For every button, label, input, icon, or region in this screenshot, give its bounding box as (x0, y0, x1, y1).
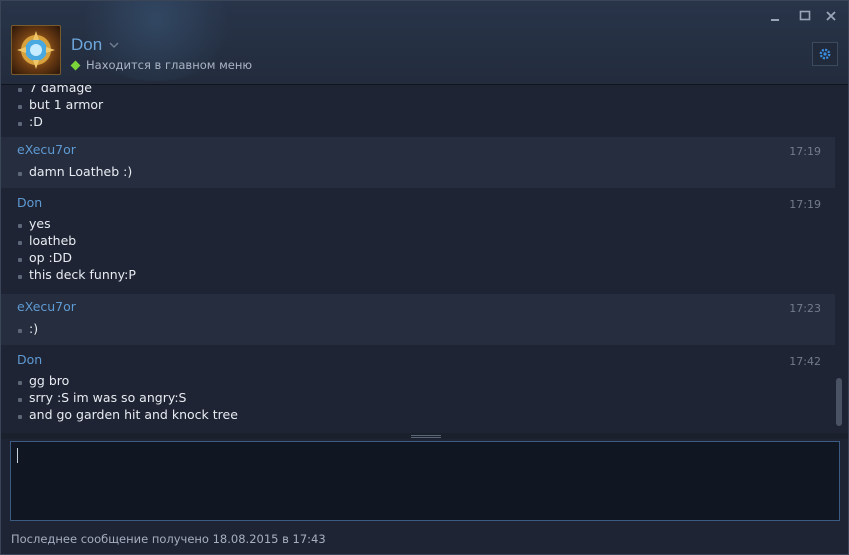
bullet (18, 258, 22, 262)
settings-button[interactable] (812, 42, 838, 66)
minimize-icon[interactable] (767, 8, 783, 24)
gear-icon (819, 48, 831, 60)
bullet (18, 381, 22, 385)
hearthstone-logo-icon (17, 31, 55, 69)
bullet (18, 172, 22, 176)
status-text: Находится в главном меню (86, 58, 253, 72)
message-author: Don (17, 352, 43, 367)
message-time: 17:42 (789, 355, 821, 368)
bullet (18, 415, 22, 419)
chat-window: Don Находится в главном меню 7 damage bu… (0, 0, 849, 555)
maximize-icon[interactable] (797, 8, 813, 24)
message-line: op :DD (29, 250, 73, 265)
message-line: loatheb (29, 233, 77, 248)
chat-header: Don Находится в главном меню (1, 1, 848, 85)
last-message-info: Последнее сообщение получено 18.08.2015 … (11, 532, 326, 546)
bullet (18, 224, 22, 228)
message-line: this deck funny:P (29, 267, 136, 282)
message-input[interactable] (10, 441, 840, 521)
message-group: Don 17:42 gg bro srry :S im was so angry… (1, 347, 835, 433)
message-line: :) (29, 321, 39, 336)
bullet (18, 105, 22, 109)
message-line: yes (29, 216, 51, 231)
message-list[interactable]: 7 damage but 1 armor :D eXecu7or 17:19 d… (1, 85, 848, 433)
chevron-down-icon[interactable] (108, 39, 120, 51)
message-line: gg bro (29, 373, 70, 388)
message-group: 7 damage but 1 armor :D (1, 85, 835, 129)
resize-splitter[interactable] (1, 433, 848, 439)
bullet (18, 122, 22, 126)
message-group: Don 17:19 yes loatheb op :DD this deck f… (1, 190, 835, 290)
message-group: eXecu7or 17:23 :) (1, 294, 835, 345)
splitter-grip[interactable] (411, 435, 441, 436)
close-icon[interactable] (823, 8, 839, 24)
message-line: damn Loatheb :) (29, 164, 133, 179)
message-group: eXecu7or 17:19 damn Loatheb :) (1, 137, 835, 188)
contact-name[interactable]: Don (71, 35, 102, 55)
avatar[interactable] (11, 25, 61, 75)
message-line: :D (29, 114, 43, 129)
contact-name-row[interactable]: Don (71, 35, 120, 55)
bullet (18, 88, 22, 92)
message-line: srry :S im was so angry:S (29, 390, 187, 405)
bullet (18, 275, 22, 279)
online-status-icon (70, 60, 81, 70)
bullet (18, 241, 22, 245)
message-time: 17:23 (789, 302, 821, 315)
bullet (18, 329, 22, 333)
message-author: eXecu7or (17, 142, 76, 157)
message-author: eXecu7or (17, 299, 76, 314)
message-time: 17:19 (789, 198, 821, 211)
message-author: Don (17, 195, 43, 210)
bullet (18, 398, 22, 402)
scrollbar-thumb[interactable] (836, 378, 842, 426)
message-line: 7 damage (29, 85, 92, 95)
text-caret (17, 448, 18, 463)
message-time: 17:19 (789, 145, 821, 158)
contact-status: Находится в главном меню (70, 58, 253, 72)
message-line: but 1 armor (29, 97, 104, 112)
message-line: and go garden hit and knock tree (29, 407, 238, 422)
